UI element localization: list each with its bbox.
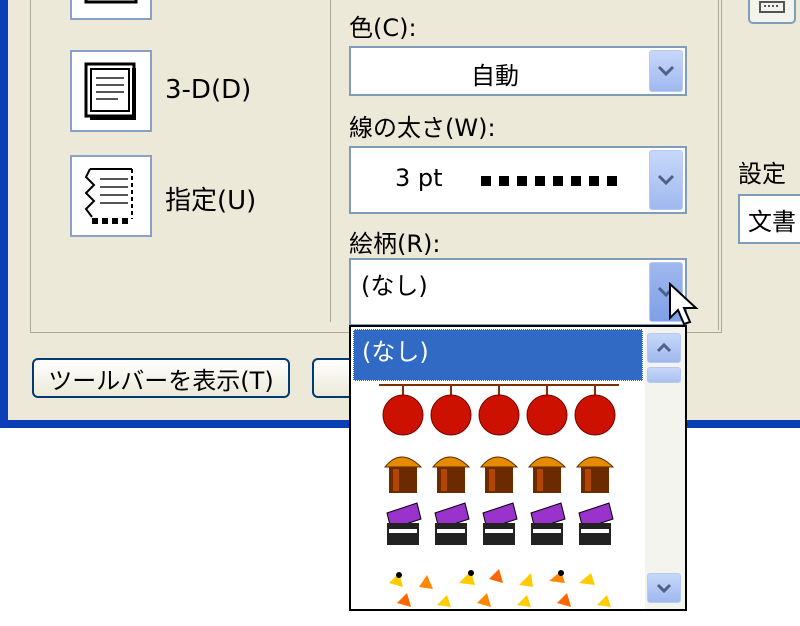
setting-label: 設定 — [738, 160, 786, 188]
color-label: 色(C): — [349, 14, 417, 42]
dotted-line-preview — [481, 176, 617, 186]
right-top-button[interactable] — [748, 0, 796, 24]
chevron-down-icon[interactable] — [649, 50, 683, 92]
mouse-cursor-icon — [669, 282, 699, 326]
3d-border-label[interactable]: 3-D(D) — [165, 75, 251, 105]
box-border-icon[interactable] — [70, 0, 152, 20]
candy-corn-art[interactable] — [379, 553, 629, 609]
window-frame-left — [0, 0, 8, 428]
color-combo[interactable]: 自動 — [349, 46, 687, 96]
3d-border-icon[interactable] — [70, 50, 152, 132]
art-dropdown-list[interactable]: (なし) — [349, 325, 687, 611]
custom-border-label[interactable]: 指定(U) — [165, 180, 256, 217]
panel-divider-right — [718, 0, 719, 330]
red-apples-art[interactable] — [379, 383, 619, 439]
custom-border-icon[interactable] — [70, 155, 152, 237]
next-button[interactable] — [312, 358, 352, 398]
art-combo[interactable]: (なし) — [349, 258, 687, 326]
art-label: 絵柄(R): — [349, 230, 441, 258]
document-combo[interactable]: 文書 — [738, 194, 800, 244]
line-width-label: 線の太さ(W): — [349, 114, 496, 142]
line-width-value: 3 pt — [395, 164, 443, 192]
scroll-down-icon[interactable] — [647, 573, 681, 603]
document-value: 文書 — [748, 208, 796, 236]
art-option-none[interactable]: (なし) — [353, 329, 643, 381]
gift-box-art[interactable] — [381, 499, 621, 551]
show-toolbar-button[interactable]: ツールバーを表示(T) — [32, 358, 290, 398]
cupcake-art[interactable] — [381, 445, 621, 497]
scroll-up-icon[interactable] — [647, 333, 681, 363]
line-width-combo[interactable]: 3 pt — [349, 146, 687, 214]
dropdown-scrollbar[interactable] — [645, 327, 685, 609]
art-value: (なし) — [361, 272, 428, 300]
color-value: 自動 — [471, 62, 519, 90]
panel-divider — [330, 0, 331, 322]
chevron-down-icon[interactable] — [649, 150, 683, 210]
scroll-thumb[interactable] — [647, 367, 681, 383]
